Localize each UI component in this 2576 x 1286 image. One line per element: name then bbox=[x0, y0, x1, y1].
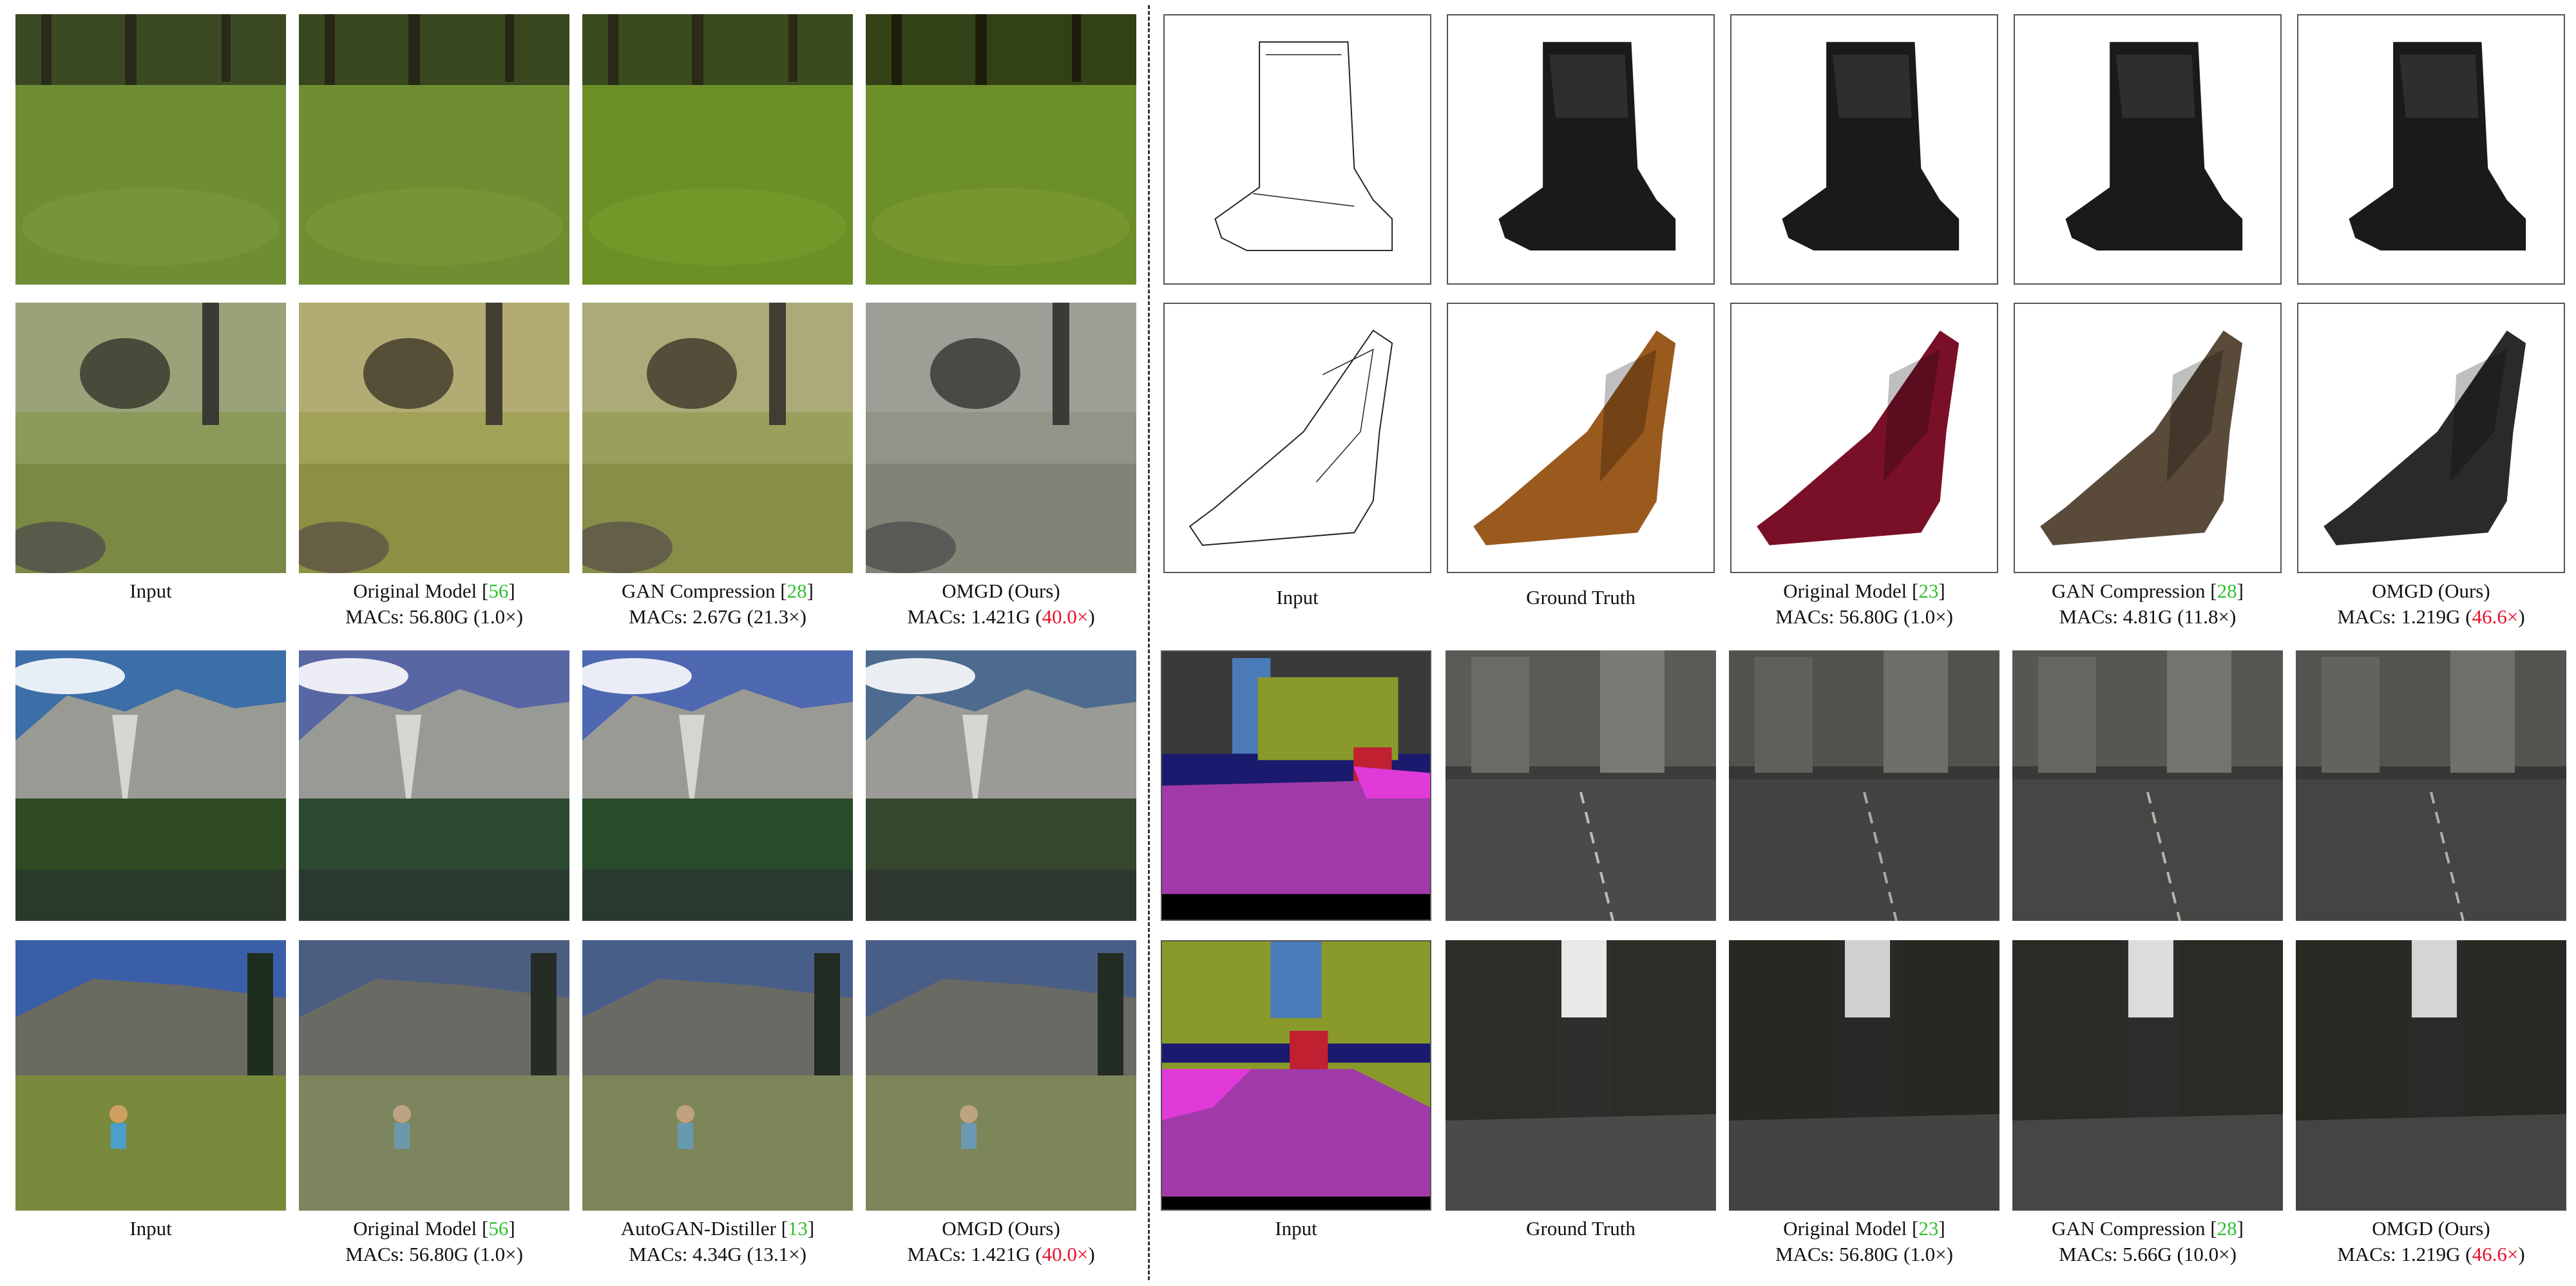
image-heel-original bbox=[1730, 303, 1998, 573]
image-zebra-gancompression-2 bbox=[582, 303, 853, 573]
caption-l1-omgd: OMGD (Ours) MACs: 1.421G (40.0×) bbox=[907, 580, 1095, 628]
image-horses-input-2 bbox=[15, 303, 286, 573]
caption-l2-input: Input bbox=[129, 1217, 172, 1240]
caption-r1-original: Original Model [23] MACs: 56.80G (1.0×) bbox=[1775, 580, 1953, 628]
image-city-omgd-2 bbox=[2296, 940, 2566, 1211]
image-meadow-omgd bbox=[866, 940, 1136, 1211]
caption-l2-autogan: AutoGAN-Distiller [13] MACs: 4.34G (13.1… bbox=[620, 1217, 815, 1265]
caption-r2-input: Input bbox=[1275, 1217, 1317, 1240]
caption-l1-gancompression: GAN Compression [28] MACs: 2.67G (21.3×) bbox=[622, 580, 814, 628]
image-city-gancompression-2 bbox=[2012, 940, 2283, 1211]
image-zebra-original-1 bbox=[299, 14, 569, 285]
image-city-seg-1 bbox=[1161, 650, 1431, 921]
image-horses-input-1 bbox=[15, 14, 286, 285]
image-city-groundtruth-1 bbox=[1445, 650, 1716, 921]
caption-r1-omgd: OMGD (Ours) MACs: 1.219G (46.6×) bbox=[2337, 580, 2525, 628]
image-city-groundtruth-2 bbox=[1445, 940, 1716, 1211]
caption-l2-original: Original Model [56] MACs: 56.80G (1.0×) bbox=[345, 1217, 523, 1265]
image-zebra-original-2 bbox=[299, 303, 569, 573]
caption-l1-input: Input bbox=[129, 580, 172, 602]
image-mountain-original bbox=[299, 650, 569, 921]
caption-r2-omgd: OMGD (Ours) MACs: 1.219G (46.6×) bbox=[2337, 1217, 2525, 1265]
image-mountain-omgd bbox=[866, 650, 1136, 921]
image-zebra-omgd-2 bbox=[866, 303, 1136, 573]
image-heel-sketch bbox=[1163, 303, 1431, 573]
caption-l1-original: Original Model [56] MACs: 56.80G (1.0×) bbox=[345, 580, 523, 628]
caption-r2-groundtruth: Ground Truth bbox=[1526, 1217, 1636, 1240]
image-city-gancompression-1 bbox=[2012, 650, 2283, 921]
image-boot-groundtruth bbox=[1447, 14, 1715, 285]
image-mountain-input bbox=[15, 650, 286, 921]
image-meadow-input bbox=[15, 940, 286, 1211]
image-zebra-gancompression-1 bbox=[582, 14, 853, 285]
caption-l2-omgd: OMGD (Ours) MACs: 1.421G (40.0×) bbox=[907, 1217, 1095, 1265]
caption-r1-groundtruth: Ground Truth bbox=[1526, 586, 1636, 609]
image-heel-omgd bbox=[2297, 303, 2565, 573]
image-meadow-autogan bbox=[582, 940, 853, 1211]
image-city-original-2 bbox=[1729, 940, 1999, 1211]
caption-r2-gancompression: GAN Compression [28] MACs: 5.66G (10.0×) bbox=[2052, 1217, 2244, 1265]
image-heel-gancompression bbox=[2014, 303, 2282, 573]
image-city-omgd-1 bbox=[2296, 650, 2566, 921]
image-boot-omgd bbox=[2297, 14, 2565, 285]
image-heel-groundtruth bbox=[1447, 303, 1715, 573]
image-boot-gancompression bbox=[2014, 14, 2282, 285]
image-boot-original bbox=[1730, 14, 1998, 285]
image-zebra-omgd-1 bbox=[866, 14, 1136, 285]
caption-r2-original: Original Model [23] MACs: 56.80G (1.0×) bbox=[1775, 1217, 1953, 1265]
image-city-original-1 bbox=[1729, 650, 1999, 921]
image-meadow-original bbox=[299, 940, 569, 1211]
caption-r1-gancompression: GAN Compression [28] MACs: 4.81G (11.8×) bbox=[2052, 580, 2244, 628]
image-city-seg-2 bbox=[1161, 940, 1431, 1211]
image-boot-sketch bbox=[1163, 14, 1431, 285]
image-mountain-autogan bbox=[582, 650, 853, 921]
dashed-divider bbox=[1148, 5, 1150, 1280]
caption-r1-input: Input bbox=[1276, 586, 1319, 609]
